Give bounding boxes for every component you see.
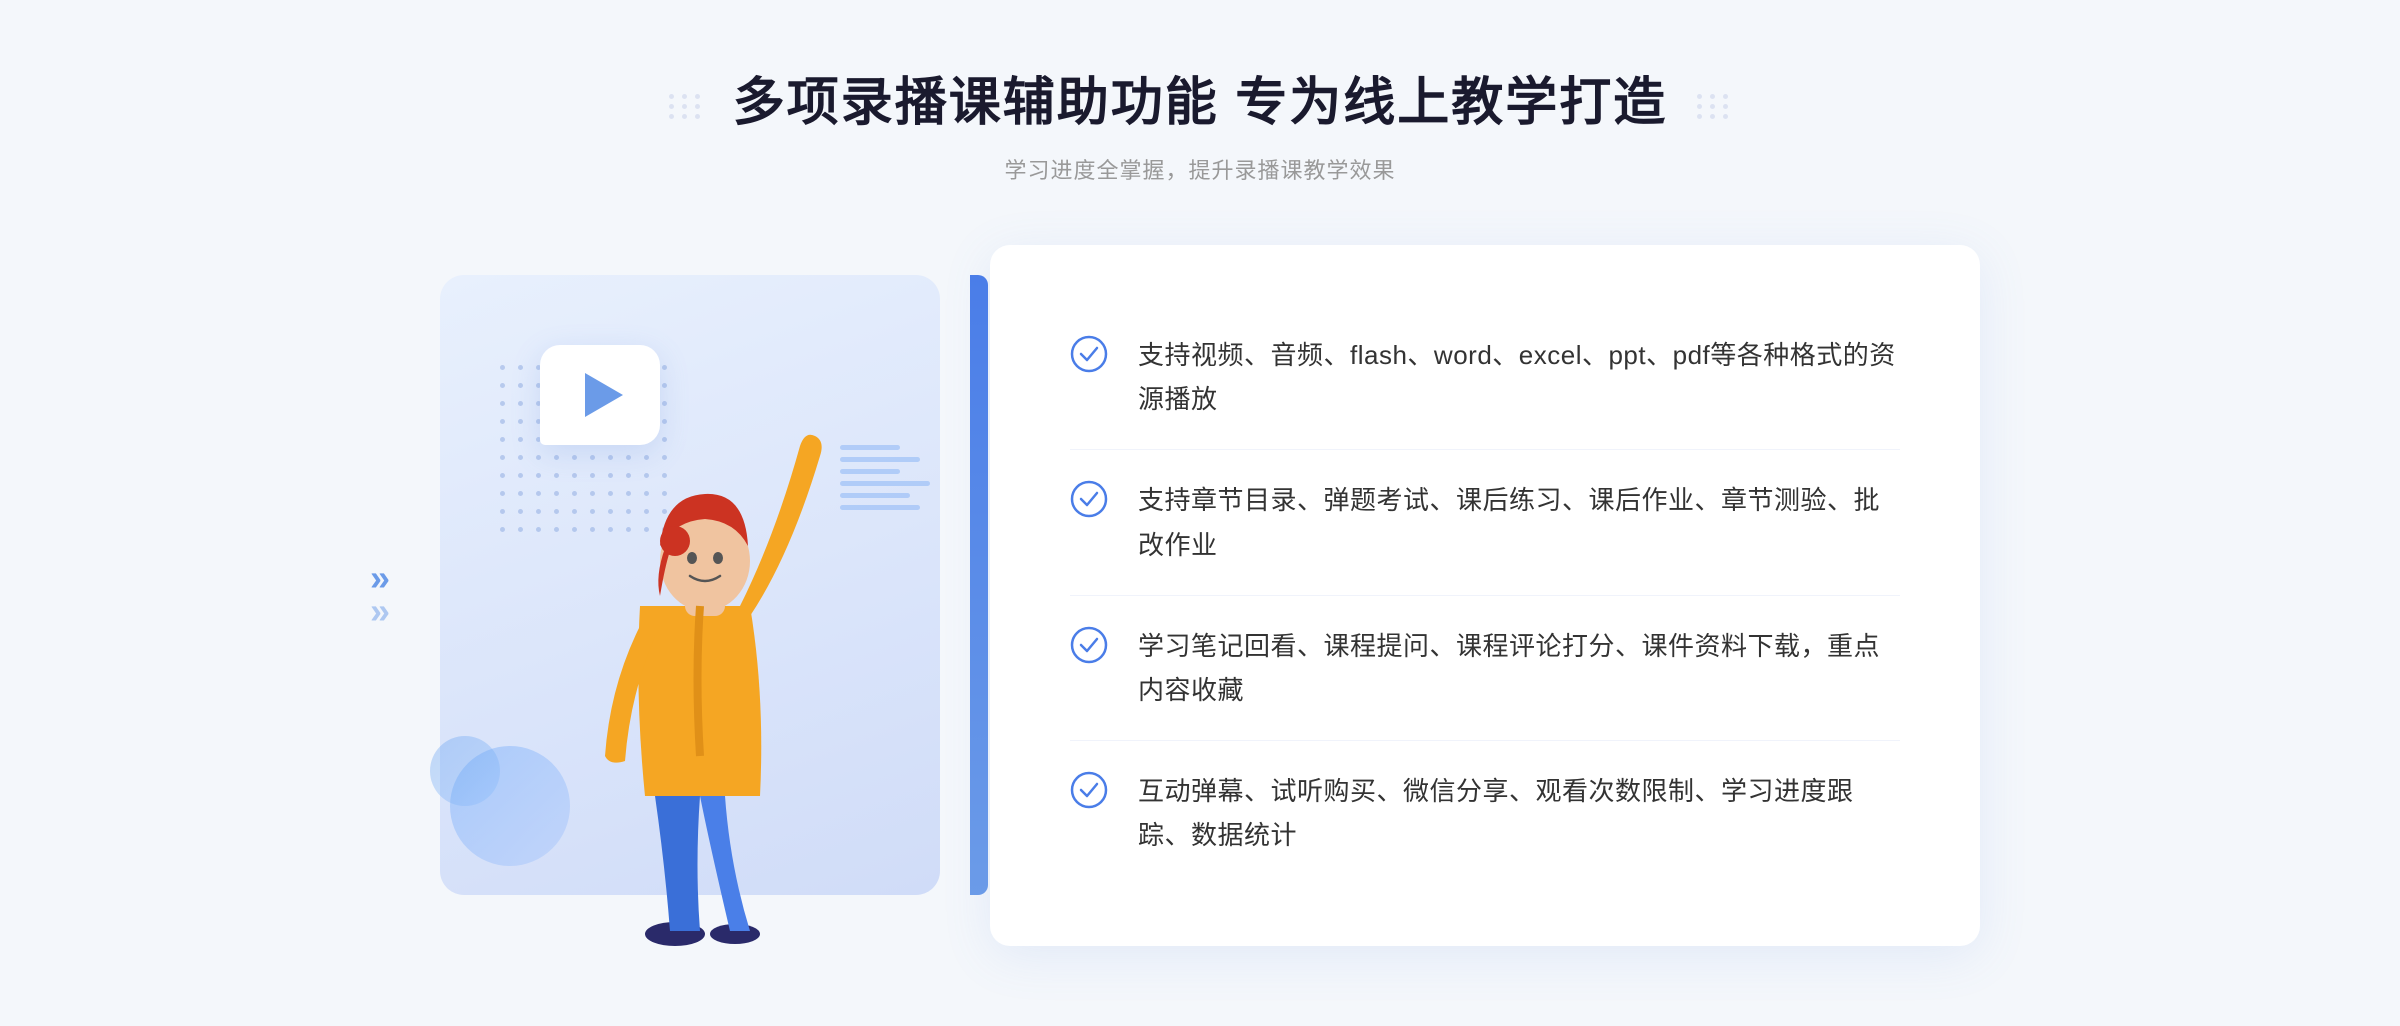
title-dots-left: [669, 94, 703, 119]
feature-text-3: 学习笔记回看、课程提问、课程评论打分、课件资料下载，重点内容收藏: [1138, 624, 1900, 712]
feature-text-2: 支持章节目录、弹题考试、课后练习、课后作业、章节测验、批改作业: [1138, 478, 1900, 566]
content-wrapper: » » 支持视频、音频、flash、word、excel、ppt、pdf等各种格…: [420, 245, 1980, 946]
illustration-area: » »: [420, 245, 980, 946]
check-icon-3: [1070, 626, 1108, 664]
feature-item-1: 支持视频、音频、flash、word、excel、ppt、pdf等各种格式的资源…: [1070, 305, 1900, 450]
feature-item-3: 学习笔记回看、课程提问、课程评论打分、课件资料下载，重点内容收藏: [1070, 596, 1900, 741]
main-title: 多项录播课辅助功能 专为线上教学打造: [733, 60, 1667, 135]
check-icon-4: [1070, 771, 1108, 809]
header-section: 多项录播课辅助功能 专为线上教学打造 学习进度全掌握，提升录播课教学效果: [669, 60, 1731, 185]
feature-text-4: 互动弹幕、试听购买、微信分享、观看次数限制、学习进度跟踪、数据统计: [1138, 769, 1900, 857]
blue-bar: [970, 275, 988, 895]
feature-text-1: 支持视频、音频、flash、word、excel、ppt、pdf等各种格式的资源…: [1138, 333, 1900, 421]
check-icon-2: [1070, 480, 1108, 518]
sub-title: 学习进度全掌握，提升录播课教学效果: [669, 153, 1731, 185]
check-icon-1: [1070, 335, 1108, 373]
feature-item-4: 互动弹幕、试听购买、微信分享、观看次数限制、学习进度跟踪、数据统计: [1070, 741, 1900, 885]
title-dots-right: [1697, 94, 1731, 119]
features-card: 支持视频、音频、flash、word、excel、ppt、pdf等各种格式的资源…: [990, 245, 1980, 946]
person-svg: [480, 376, 920, 946]
person-figure: [480, 376, 920, 946]
page-container: 多项录播课辅助功能 专为线上教学打造 学习进度全掌握，提升录播课教学效果: [0, 0, 2400, 1026]
left-arrows: » »: [370, 564, 390, 626]
feature-item-2: 支持章节目录、弹题考试、课后练习、课后作业、章节测验、批改作业: [1070, 450, 1900, 595]
